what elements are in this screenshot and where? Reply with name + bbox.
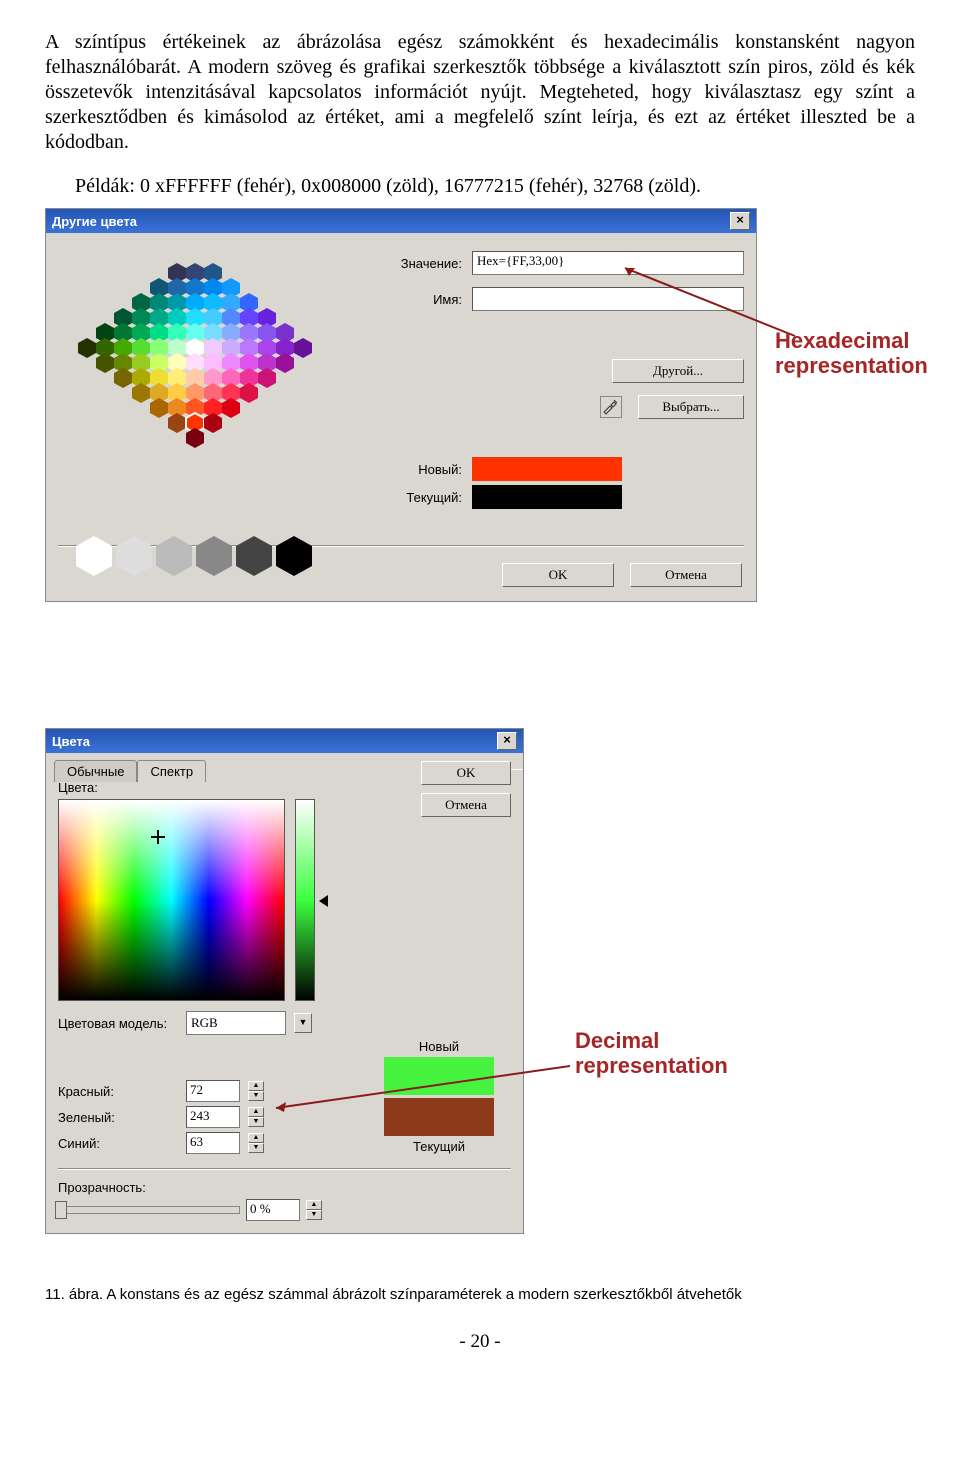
name-field[interactable] <box>472 287 744 311</box>
green-label: Зеленый: <box>58 1110 178 1125</box>
blue-field[interactable]: 63 <box>186 1132 240 1154</box>
red-field[interactable]: 72 <box>186 1080 240 1102</box>
new-color-label-2: Новый <box>419 1039 459 1054</box>
new-color-swatch-2 <box>384 1057 494 1095</box>
color-model-select[interactable]: RGB <box>186 1011 286 1035</box>
spectrum-picker[interactable] <box>58 799 285 1001</box>
green-spinner[interactable]: ▲▼ <box>248 1107 264 1127</box>
current-color-label: Текущий: <box>382 490 462 505</box>
annotation-dec: Decimal representation <box>575 1028 795 1079</box>
cancel-button[interactable]: Отмена <box>630 563 742 587</box>
examples-line: Példák: 0 xFFFFFF (fehér), 0x008000 (zöl… <box>75 175 915 198</box>
current-color-swatch-2 <box>384 1098 494 1136</box>
ok-button[interactable]: OK <box>502 563 614 587</box>
luminance-slider-icon[interactable] <box>319 895 328 907</box>
tab-simple[interactable]: Обычные <box>54 760 137 782</box>
chevron-down-icon[interactable]: ▼ <box>294 1013 312 1033</box>
transparency-field[interactable]: 0 % <box>246 1199 300 1221</box>
new-color-label: Новый: <box>382 462 462 477</box>
transparency-slider[interactable] <box>58 1206 240 1214</box>
close-icon[interactable]: × <box>497 732 517 750</box>
dialog1-title: Другие цвета <box>52 214 137 229</box>
ok-button[interactable]: OK <box>421 761 511 785</box>
hex-color-wheel[interactable] <box>58 245 368 525</box>
eyedropper-icon <box>600 396 622 418</box>
green-field[interactable]: 243 <box>186 1106 240 1128</box>
pick-button[interactable]: Выбрать... <box>638 395 744 419</box>
paragraph-1: A színtípus értékeinek az ábrázolása egé… <box>45 30 915 155</box>
current-color-label-2: Текущий <box>413 1139 465 1154</box>
cancel-button[interactable]: Отмена <box>421 793 511 817</box>
new-color-swatch <box>472 457 622 481</box>
color-dialog-2: Цвета × Обычные Спектр OK Отмена Цвета: <box>45 728 524 1234</box>
figure-caption: 11. ábra. A konstans és az egész számmal… <box>45 1286 915 1303</box>
dialog2-title: Цвета <box>52 734 90 749</box>
blue-spinner[interactable]: ▲▼ <box>248 1133 264 1153</box>
tab-spectrum[interactable]: Спектр <box>137 760 206 782</box>
red-label: Красный: <box>58 1084 178 1099</box>
slider-thumb-icon[interactable] <box>55 1201 67 1219</box>
blue-label: Синий: <box>58 1136 178 1151</box>
page-number: - 20 - <box>45 1331 915 1353</box>
name-label: Имя: <box>382 292 462 307</box>
close-icon[interactable]: × <box>730 212 750 230</box>
crosshair-icon <box>151 830 165 844</box>
transparency-label: Прозрачность: <box>58 1180 178 1195</box>
luminance-bar[interactable] <box>295 799 315 1001</box>
hex-value-field[interactable]: Hex={FF,33,00} <box>472 251 744 275</box>
transparency-spinner[interactable]: ▲▼ <box>306 1200 322 1220</box>
annotation-hex: Hexadecimal representation <box>775 328 960 379</box>
current-color-swatch <box>472 485 622 509</box>
color-dialog-1: Другие цвета × <box>45 208 757 602</box>
color-model-value: RGB <box>191 1015 218 1031</box>
value-label: Значение: <box>382 256 462 271</box>
color-model-label: Цветовая модель: <box>58 1016 178 1031</box>
other-button[interactable]: Другой... <box>612 359 744 383</box>
red-spinner[interactable]: ▲▼ <box>248 1081 264 1101</box>
